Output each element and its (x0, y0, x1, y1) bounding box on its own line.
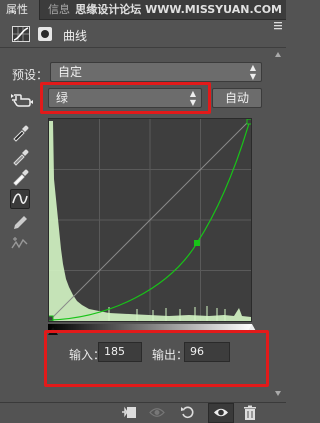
panel-title: 曲线 (63, 29, 88, 43)
curves-glyph-icon (13, 27, 29, 41)
trash-icon[interactable] (242, 405, 258, 420)
curve-edit-icon (12, 193, 28, 204)
preset-select[interactable]: 自定 ▲ ▼ (50, 62, 262, 82)
panel-tab-bar: 属性 信息 思缘设计论坛 WWW.MISSYUAN.COM (0, 0, 286, 20)
channel-highlight-box (40, 82, 211, 114)
curve-endpoint-bottom[interactable] (47, 315, 54, 322)
updown-arrow-icon: ▲ ▼ (249, 63, 256, 81)
scroll-down-icon[interactable] (275, 391, 281, 396)
sample-black-eyedropper-icon[interactable] (10, 122, 30, 142)
sample-gray-eyedropper-icon[interactable] (10, 146, 30, 166)
curves-adjustment-icon[interactable] (12, 26, 30, 42)
reset-icon[interactable] (180, 405, 196, 420)
on-image-adjust-icon[interactable] (10, 90, 34, 108)
visibility-eye-icon (214, 408, 228, 417)
curves-graph-canvas[interactable] (47, 118, 253, 322)
output-field[interactable]: 96 (184, 342, 230, 362)
curve-endpoint-top[interactable] (246, 118, 253, 125)
curves-graph[interactable] (47, 118, 253, 322)
curve-control-point[interactable] (194, 240, 200, 246)
view-previous-icon[interactable] (149, 405, 165, 420)
vertical-scrollbar[interactable] (272, 48, 284, 400)
layer-mask-icon[interactable] (38, 27, 52, 41)
preset-label: 预设： (12, 68, 49, 82)
auto-button[interactable]: 自动 (212, 88, 262, 108)
watermark-text: 思缘设计论坛 WWW.MISSYUAN.COM (75, 3, 282, 16)
clip-to-layer-icon[interactable] (121, 405, 137, 420)
output-label: 输出： (152, 348, 189, 362)
header-divider (0, 47, 286, 48)
sample-white-eyedropper-icon[interactable] (10, 166, 30, 186)
smooth-curve-icon[interactable] (10, 234, 30, 254)
tab-properties[interactable]: 属性 (0, 0, 40, 20)
input-field[interactable]: 185 (98, 342, 142, 362)
scroll-up-icon[interactable] (275, 52, 281, 57)
pencil-draw-icon[interactable] (10, 213, 30, 233)
curve-edit-tool[interactable] (10, 189, 30, 209)
preset-value: 自定 (58, 65, 83, 79)
panel-menu-icon[interactable] (273, 21, 283, 31)
tab-info[interactable]: 信息 (42, 0, 76, 20)
